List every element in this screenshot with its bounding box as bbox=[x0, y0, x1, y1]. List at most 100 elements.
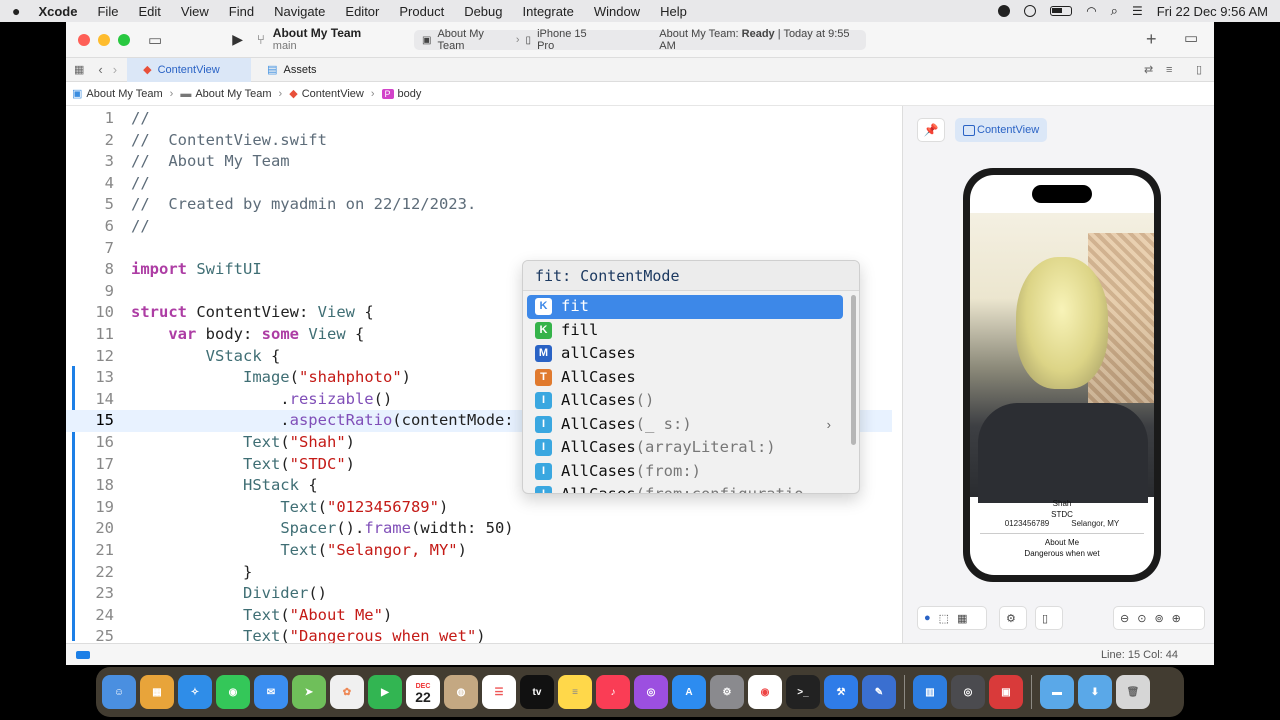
record-icon[interactable] bbox=[998, 5, 1011, 17]
menu-edit[interactable]: Edit bbox=[138, 4, 160, 19]
completion-item[interactable]: I AllCases(_ s:) › bbox=[527, 413, 843, 437]
code-line[interactable]: 23 Divider() bbox=[66, 583, 892, 605]
messages-icon[interactable]: ◉ bbox=[216, 675, 250, 709]
forward-icon[interactable]: › bbox=[113, 62, 117, 77]
back-icon[interactable]: ‹ bbox=[98, 62, 102, 77]
keynote-icon[interactable]: ▥ bbox=[913, 675, 947, 709]
photo-booth-icon[interactable]: ▣ bbox=[989, 675, 1023, 709]
safari-icon[interactable]: ✧ bbox=[178, 675, 212, 709]
menu-editor[interactable]: Editor bbox=[345, 4, 379, 19]
completion-item[interactable]: I AllCases(arrayLiteral:) bbox=[527, 436, 843, 460]
tab-contentview[interactable]: ◆ ContentView bbox=[127, 57, 252, 82]
device-settings-button[interactable]: ⚙ bbox=[999, 606, 1027, 630]
code-line[interactable]: 3 // About My Team bbox=[66, 151, 892, 173]
breadcrumb-symbol[interactable]: body bbox=[398, 88, 422, 100]
code-line[interactable]: 22 } bbox=[66, 562, 892, 584]
selectable-mode-icon[interactable]: ⬚ bbox=[939, 612, 949, 625]
code-line[interactable]: 19 Text("0123456789") bbox=[66, 497, 892, 519]
add-button[interactable]: + bbox=[1146, 29, 1157, 50]
completion-item[interactable]: Kfill bbox=[527, 319, 843, 343]
notes-icon[interactable]: ≡ bbox=[558, 675, 592, 709]
zoom-out-icon[interactable]: ⊖ bbox=[1120, 612, 1129, 625]
facetime-icon[interactable]: ▶ bbox=[368, 675, 402, 709]
pin-preview-button[interactable]: 📌 bbox=[917, 118, 945, 142]
zoom-fit-icon[interactable]: ⊙ bbox=[1137, 612, 1146, 625]
preview-selector[interactable]: ContentView bbox=[955, 118, 1047, 142]
code-line[interactable]: 25 Text("Dangerous when wet") bbox=[66, 626, 892, 643]
code-line[interactable]: 24 Text("About Me") bbox=[66, 605, 892, 627]
code-line[interactable]: 21 Text("Selangor, MY") bbox=[66, 540, 892, 562]
breadcrumb-file[interactable]: ContentView bbox=[302, 88, 364, 100]
scheme-device[interactable]: iPhone 15 Pro bbox=[537, 28, 603, 52]
menu-xcode[interactable]: Xcode bbox=[38, 4, 77, 19]
device-picker-button[interactable]: ▯ bbox=[1035, 606, 1063, 630]
code-line[interactable]: 7 bbox=[66, 238, 892, 260]
completion-scrollbar[interactable] bbox=[851, 295, 856, 445]
tab-assets[interactable]: ▤ Assets bbox=[251, 58, 332, 82]
related-items-icon[interactable]: ⇄ bbox=[1144, 63, 1153, 76]
maps-icon[interactable]: ➤ bbox=[292, 675, 326, 709]
terminal-icon[interactable]: >_ bbox=[786, 675, 820, 709]
grid-icon[interactable]: ▦ bbox=[74, 63, 84, 76]
downloads-folder-icon[interactable]: ⬇ bbox=[1078, 675, 1112, 709]
clock[interactable]: Fri 22 Dec 9:56 AM bbox=[1157, 4, 1268, 19]
completion-item[interactable]: I AllCases(from:) bbox=[527, 460, 843, 484]
menu-debug[interactable]: Debug bbox=[464, 4, 502, 19]
code-line[interactable]: 20 Spacer().frame(width: 50) bbox=[66, 518, 892, 540]
menu-integrate[interactable]: Integrate bbox=[523, 4, 574, 19]
music-icon[interactable]: ♪ bbox=[596, 675, 630, 709]
xcode-icon[interactable]: ⚒ bbox=[824, 675, 858, 709]
code-line[interactable]: 2 // ContentView.swift bbox=[66, 130, 892, 152]
applications-folder-icon[interactable]: ▬ bbox=[1040, 675, 1074, 709]
contacts-icon[interactable]: ◍ bbox=[444, 675, 478, 709]
breadcrumb-group[interactable]: About My Team bbox=[195, 88, 271, 100]
finder-icon[interactable]: ☺ bbox=[102, 675, 136, 709]
inspector-toggle-icon[interactable]: ▭ bbox=[1184, 29, 1198, 47]
breadcrumb-project[interactable]: About My Team bbox=[86, 88, 162, 100]
search-icon[interactable]: ⌕ bbox=[1111, 3, 1118, 19]
apple-menu-icon[interactable]: ● bbox=[12, 3, 20, 19]
project-title[interactable]: About My Team bbox=[273, 26, 361, 40]
launchpad-icon[interactable]: ▦ bbox=[140, 675, 174, 709]
podcasts-icon[interactable]: ◎ bbox=[634, 675, 668, 709]
menu-view[interactable]: View bbox=[181, 4, 209, 19]
code-line[interactable]: 4 // bbox=[66, 173, 892, 195]
photos-icon[interactable]: ✿ bbox=[330, 675, 364, 709]
chrome-icon[interactable]: ◉ bbox=[748, 675, 782, 709]
live-mode-icon[interactable]: ● bbox=[924, 612, 931, 624]
navigator-toggle-icon[interactable]: ▭ bbox=[148, 31, 162, 49]
code-line[interactable]: 6 // bbox=[66, 216, 892, 238]
zoom-in-icon[interactable]: ⊕ bbox=[1172, 612, 1181, 625]
code-line[interactable]: 5 // Created by myadmin on 22/12/2023. bbox=[66, 194, 892, 216]
minimize-window-button[interactable] bbox=[98, 33, 110, 46]
zoom-actual-icon[interactable]: ⊚ bbox=[1154, 612, 1163, 625]
close-window-button[interactable] bbox=[78, 33, 90, 46]
completion-item[interactable]: MallCases bbox=[527, 342, 843, 366]
branch-name[interactable]: main bbox=[273, 40, 361, 53]
control-center-icon[interactable]: ☰ bbox=[1132, 4, 1143, 18]
scheme-target[interactable]: About My Team bbox=[437, 28, 509, 52]
menu-help[interactable]: Help bbox=[660, 4, 687, 19]
editor-options-icon[interactable]: ≡ bbox=[1166, 64, 1172, 76]
completion-item[interactable]: Kfit bbox=[527, 295, 843, 319]
menu-product[interactable]: Product bbox=[399, 4, 444, 19]
user-icon[interactable] bbox=[1024, 5, 1037, 17]
tv-icon[interactable]: tv bbox=[520, 675, 554, 709]
run-button[interactable]: ▶ bbox=[232, 31, 243, 48]
mail-icon[interactable]: ✉ bbox=[254, 675, 288, 709]
debug-area-toggle[interactable] bbox=[76, 650, 90, 659]
calendar-icon[interactable]: DEC 22 bbox=[406, 675, 440, 709]
app-store-icon[interactable]: A bbox=[672, 675, 706, 709]
battery-icon[interactable] bbox=[1050, 6, 1073, 16]
menu-navigate[interactable]: Navigate bbox=[274, 4, 325, 19]
menu-find[interactable]: Find bbox=[229, 4, 254, 19]
quicktime-icon[interactable]: ◎ bbox=[951, 675, 985, 709]
system-settings-icon[interactable]: ⚙ bbox=[710, 675, 744, 709]
wifi-icon[interactable]: ◠ bbox=[1086, 4, 1096, 18]
completion-item[interactable]: I AllCases() bbox=[527, 389, 843, 413]
instruments-icon[interactable]: ✎ bbox=[862, 675, 896, 709]
split-editor-icon[interactable]: ▯ bbox=[1196, 63, 1202, 76]
completion-item[interactable]: T AllCases bbox=[527, 366, 843, 390]
code-line[interactable]: 1 // bbox=[66, 108, 892, 130]
zoom-window-button[interactable] bbox=[118, 33, 130, 46]
